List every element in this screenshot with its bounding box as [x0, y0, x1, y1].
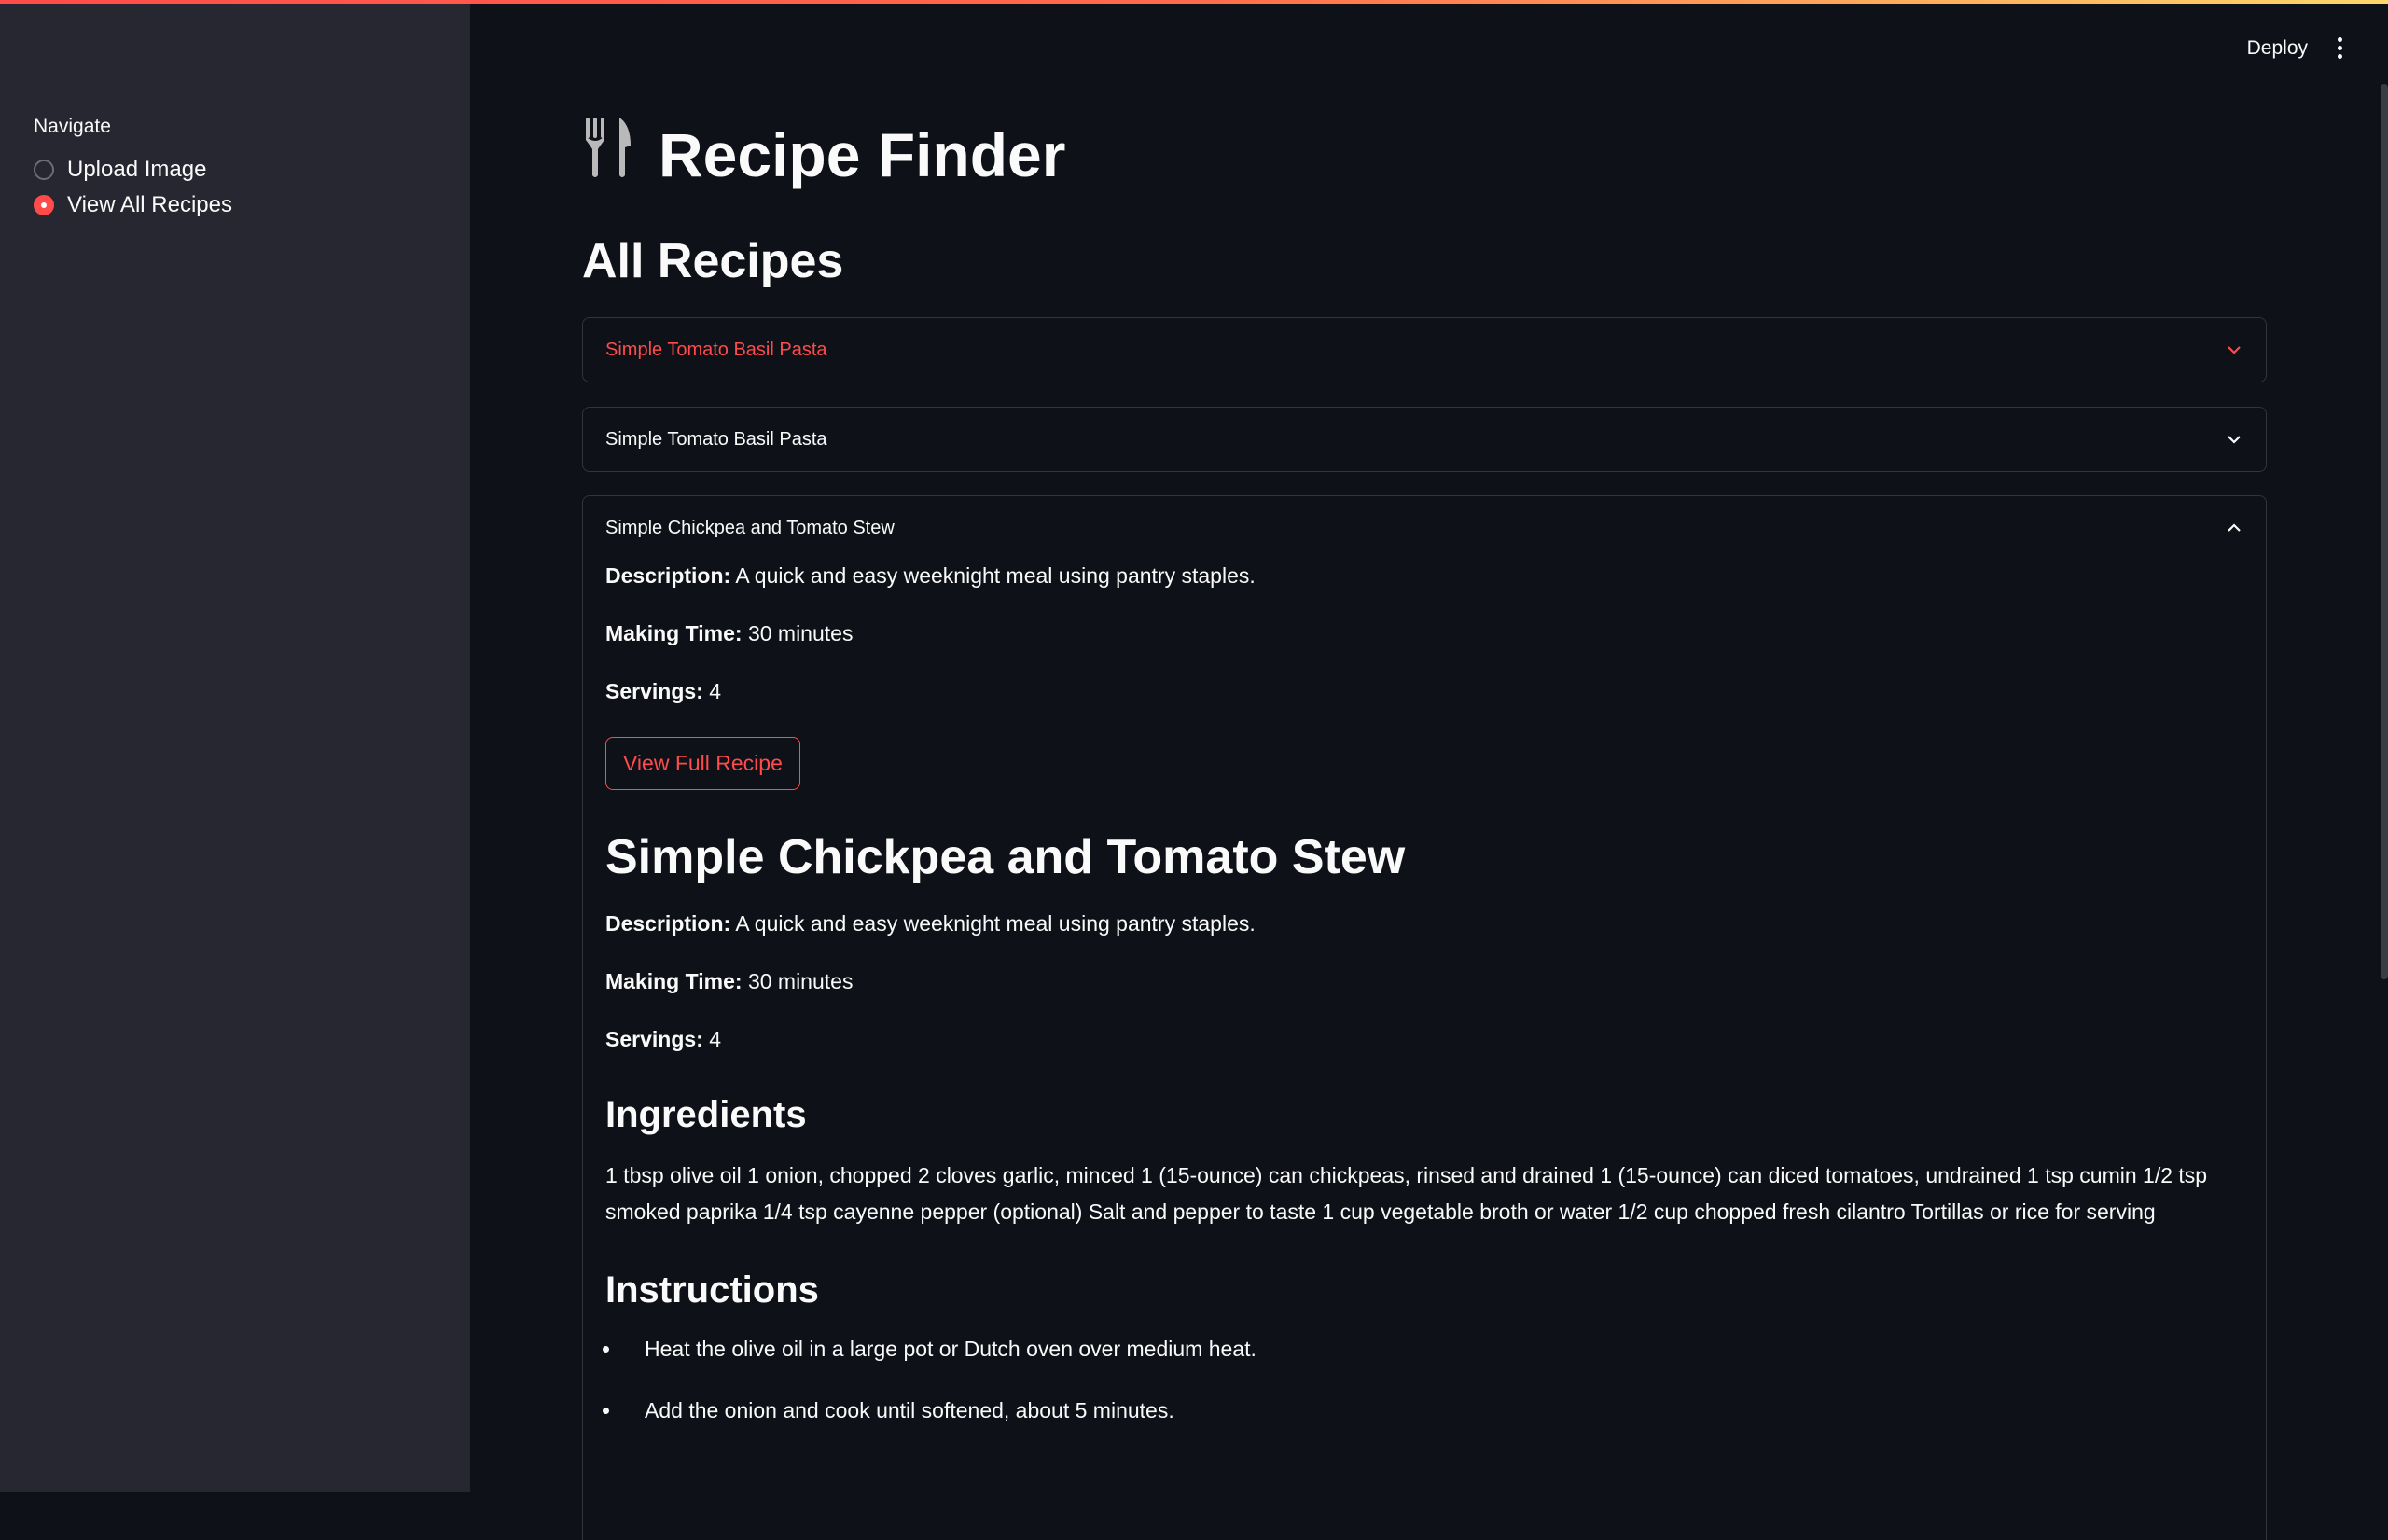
radio-view-all-recipes[interactable]: View All Recipes [34, 192, 232, 218]
app-title-text: Recipe Finder [659, 119, 1066, 189]
expander-title: Simple Tomato Basil Pasta [605, 428, 827, 450]
recipe-title: Simple Chickpea and Tomato Stew [605, 830, 1406, 884]
expander-body: Description: A quick and easy weeknight … [583, 560, 2266, 1426]
making-time-row: Making Time: 30 minutes [605, 965, 2243, 997]
recipe-expander: Simple Tomato Basil Pasta [582, 407, 2267, 472]
expander-header[interactable]: Simple Chickpea and Tomato Stew [583, 496, 2266, 560]
radio-checked-icon[interactable] [34, 195, 54, 215]
servings-row: Servings: 4 [605, 1023, 2243, 1055]
description-value: A quick and easy weeknight meal using pa… [735, 563, 1256, 588]
expander-title: Simple Tomato Basil Pasta [605, 339, 827, 360]
radio-label: View All Recipes [67, 192, 232, 217]
making-time-value: 30 minutes [747, 621, 854, 645]
chevron-up-icon [2228, 523, 2241, 532]
making-time-row: Making Time: 30 minutes [605, 617, 2243, 649]
sidebar: Navigate Upload Image View All Recipes [0, 0, 470, 1492]
radio-upload-image[interactable]: Upload Image [34, 157, 206, 183]
servings-value: 4 [709, 1027, 722, 1051]
expander-header[interactable]: Simple Tomato Basil Pasta [583, 408, 2266, 471]
description-row: Description: A quick and easy weeknight … [605, 908, 2243, 939]
chevron-down-icon [2228, 436, 2241, 444]
description-label: Description: [605, 563, 731, 588]
view-full-recipe-button[interactable]: View Full Recipe [605, 737, 800, 790]
scrollbar[interactable] [2381, 84, 2388, 979]
making-time-label: Making Time: [605, 969, 743, 993]
chevron-down-icon [2228, 346, 2241, 354]
description-row: Description: A quick and easy weeknight … [605, 560, 2243, 591]
recipe-expander: Simple Tomato Basil Pasta [582, 317, 2267, 382]
description-label: Description: [605, 911, 731, 936]
more-vert-icon[interactable] [2336, 37, 2343, 62]
utensils-icon [582, 116, 634, 193]
servings-row: Servings: 4 [605, 675, 2243, 707]
list-item: Heat the olive oil in a large pot or Dut… [622, 1333, 2243, 1365]
nav-label: Navigate [34, 116, 111, 137]
section-title: All Recipes [582, 234, 844, 288]
expander-header[interactable]: Simple Tomato Basil Pasta [583, 318, 2266, 382]
instructions-list: Heat the olive oil in a large pot or Dut… [605, 1333, 2243, 1426]
radio-unchecked-icon[interactable] [34, 160, 54, 180]
page-title: Recipe Finder [582, 116, 1065, 193]
ingredients-heading: Ingredients [605, 1094, 807, 1135]
radio-label: Upload Image [67, 157, 207, 182]
recipe-expander-expanded: Simple Chickpea and Tomato Stew Descript… [582, 495, 2267, 1540]
making-time-label: Making Time: [605, 621, 743, 645]
making-time-value: 30 minutes [747, 969, 854, 993]
deploy-button[interactable]: Deploy [2247, 37, 2308, 60]
list-item: Add the onion and cook until softened, a… [622, 1394, 2243, 1426]
description-value: A quick and easy weeknight meal using pa… [735, 911, 1256, 936]
top-decoration-bar [0, 0, 2388, 4]
app-header: Deploy [470, 0, 2388, 97]
servings-value: 4 [709, 679, 722, 703]
servings-label: Servings: [605, 1027, 703, 1051]
expander-title: Simple Chickpea and Tomato Stew [605, 517, 895, 538]
ingredients-text: 1 tbsp olive oil 1 onion, chopped 2 clov… [605, 1163, 2208, 1224]
servings-label: Servings: [605, 679, 703, 703]
instructions-heading: Instructions [605, 1269, 819, 1311]
